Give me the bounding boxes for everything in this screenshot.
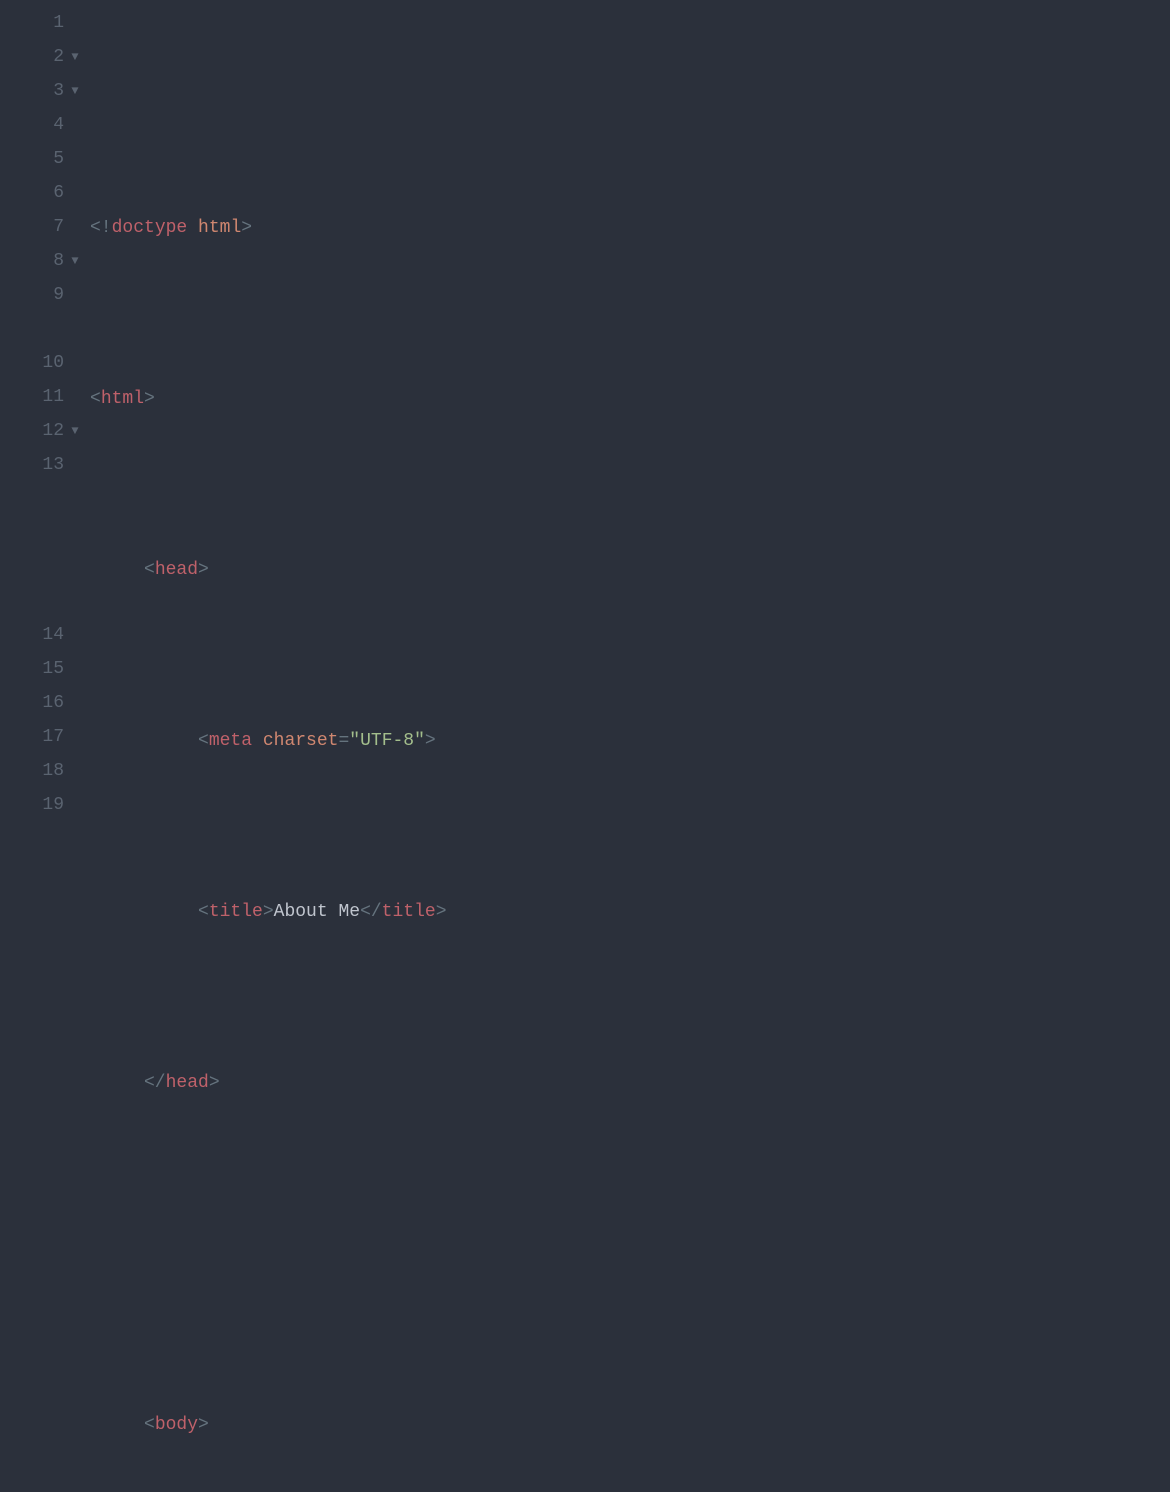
- tag: meta: [209, 724, 252, 758]
- line-number: 17: [42, 720, 64, 754]
- line-number: 4: [53, 108, 64, 142]
- gutter-line: 16: [0, 686, 80, 720]
- attr: charset: [263, 724, 339, 758]
- fold-icon[interactable]: ▼: [70, 46, 80, 69]
- gutter-line: 5: [0, 142, 80, 176]
- gutter: 12▼3▼45678▼9101112▼13141516171819: [0, 0, 90, 746]
- gutter-line: 6: [0, 176, 80, 210]
- line-number: 15: [42, 652, 64, 686]
- tag: html: [101, 382, 144, 416]
- tag: head: [166, 1066, 209, 1100]
- text: About Me: [274, 895, 360, 929]
- line-number: 7: [53, 210, 64, 244]
- punct: <!: [90, 211, 112, 245]
- gutter-line: 3▼: [0, 74, 80, 108]
- gutter-line: 17: [0, 720, 80, 754]
- line-number: 5: [53, 142, 64, 176]
- gutter-line: 13: [0, 448, 80, 482]
- line-number: 8: [53, 244, 64, 278]
- line-number: 14: [42, 618, 64, 652]
- line-number: 6: [53, 176, 64, 210]
- attr: html: [198, 211, 241, 245]
- line-number: 13: [42, 448, 64, 482]
- code-area[interactable]: <!doctype html> <html> <head> <meta char…: [90, 0, 1170, 746]
- line-number: 16: [42, 686, 64, 720]
- code-line[interactable]: <title>About Me</title>: [90, 895, 1170, 929]
- code-line[interactable]: </head>: [90, 1066, 1170, 1100]
- fold-icon[interactable]: ▼: [70, 250, 80, 273]
- line-number: 11: [42, 380, 64, 414]
- gutter-line: 2▼: [0, 40, 80, 74]
- gutter-line: 7: [0, 210, 80, 244]
- line-number: 3: [53, 74, 64, 108]
- line-number: 1: [53, 6, 64, 40]
- punct: >: [144, 382, 155, 416]
- punct: <: [90, 382, 101, 416]
- gutter-line: 10: [0, 346, 80, 380]
- punct: <: [198, 724, 209, 758]
- gutter-line: 11: [0, 380, 80, 414]
- space: [187, 211, 198, 245]
- code-line[interactable]: <meta charset="UTF-8">: [90, 724, 1170, 758]
- fold-icon[interactable]: ▼: [70, 420, 80, 443]
- gutter-line: 1: [0, 6, 80, 40]
- code-line[interactable]: <!doctype html>: [90, 211, 1170, 245]
- gutter-line: 4: [0, 108, 80, 142]
- code-line[interactable]: <body>: [90, 1408, 1170, 1442]
- code-line[interactable]: <head>: [90, 553, 1170, 587]
- gutter-line: 15: [0, 652, 80, 686]
- line-number: 18: [42, 754, 64, 788]
- tag: doctype: [112, 211, 188, 245]
- gutter-line: 9: [0, 278, 80, 312]
- gutter-line: 19: [0, 788, 80, 822]
- string: UTF-8: [360, 724, 414, 758]
- line-number: 12: [42, 414, 64, 448]
- code-editor: 12▼3▼45678▼9101112▼13141516171819 <!doct…: [0, 0, 1170, 746]
- line-number: 2: [53, 40, 64, 74]
- gutter-line: 14: [0, 618, 80, 652]
- punct: >: [241, 211, 252, 245]
- tag: title: [209, 895, 263, 929]
- gutter-line: 8▼: [0, 244, 80, 278]
- code-line[interactable]: <html>: [90, 382, 1170, 416]
- punct: >: [198, 553, 209, 587]
- gutter-line: [0, 312, 80, 346]
- gutter-line: [0, 516, 80, 550]
- code-line-empty[interactable]: [90, 1237, 1170, 1271]
- punct: <: [144, 553, 155, 587]
- gutter-line: [0, 550, 80, 584]
- gutter-line: [0, 584, 80, 618]
- fold-icon[interactable]: ▼: [70, 80, 80, 103]
- gutter-line: 12 ▼: [0, 414, 80, 448]
- line-number: 19: [42, 788, 64, 822]
- gutter-line: [0, 482, 80, 516]
- tag: body: [155, 1408, 198, 1442]
- gutter-line: 18: [0, 754, 80, 788]
- line-number: 10: [42, 346, 64, 380]
- line-number: 9: [53, 278, 64, 312]
- tag: head: [155, 553, 198, 587]
